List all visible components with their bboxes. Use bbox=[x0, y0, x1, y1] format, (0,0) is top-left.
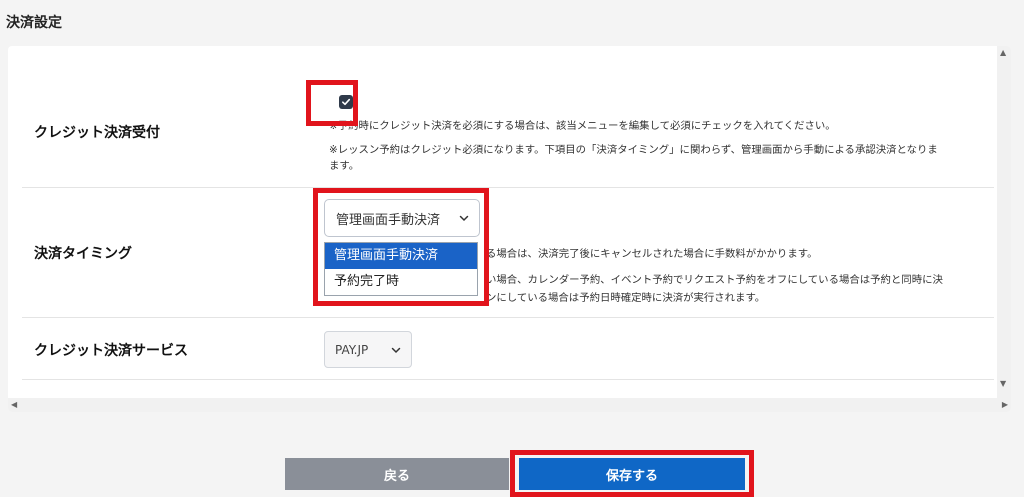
check-icon bbox=[342, 98, 351, 106]
credit-accept-note-2a: ※レッスン予約はクレジット必須になります。下項目の「決済タイミング」に関わらず、… bbox=[329, 144, 938, 156]
service-label: クレジット決済サービス bbox=[34, 343, 188, 359]
row-credit-accept: クレジット決済受付 ※予約時にクレジット決済を必須にする場合は、該当メニューを編… bbox=[22, 46, 994, 188]
chevron-down-icon bbox=[391, 347, 401, 353]
row-timing: 決済タイミング る場合は、決済完了後にキャンセルされた場合に手数料がかかります。… bbox=[22, 188, 994, 318]
vertical-scrollbar[interactable]: ▲ ▼ bbox=[997, 46, 1011, 398]
horizontal-scrollbar[interactable]: ◀ ▶ bbox=[8, 398, 1011, 412]
credit-accept-note-2b: ます。 bbox=[329, 160, 360, 172]
service-select-value: PAY.JP bbox=[335, 342, 369, 357]
timing-label: 決済タイミング bbox=[34, 246, 132, 262]
scroll-down-icon[interactable]: ▼ bbox=[1000, 380, 1006, 388]
settings-card: クレジット決済受付 ※予約時にクレジット決済を必須にする場合は、該当メニューを編… bbox=[8, 46, 1011, 412]
timing-note-1: る場合は、決済完了後にキャンセルされた場合に手数料がかかります。 bbox=[486, 248, 818, 260]
back-button[interactable]: 戻る bbox=[285, 458, 509, 490]
credit-accept-checkbox[interactable] bbox=[339, 95, 353, 109]
timing-note-3: ンにしている場合は予約日時確定時に決済が実行されます。 bbox=[486, 292, 766, 304]
row-service: クレジット決済サービス bbox=[22, 318, 994, 380]
section-title: 決済設定 bbox=[6, 15, 62, 31]
timing-note-2: い場合、カレンダー予約、イベント予約でリクエスト予約をオフにしている場合は予約と… bbox=[486, 274, 943, 286]
service-select[interactable]: PAY.JP bbox=[324, 331, 412, 368]
timing-option-on-complete[interactable]: 予約完了時 bbox=[325, 269, 477, 295]
credit-accept-note-1: ※予約時にクレジット決済を必須にする場合は、該当メニューを編集して必須にチェック… bbox=[329, 120, 836, 132]
chevron-down-icon bbox=[459, 215, 469, 222]
save-button[interactable]: 保存する bbox=[519, 458, 745, 490]
timing-select-value: 管理画面手動決済 bbox=[336, 212, 441, 228]
timing-dropdown: 管理画面手動決済 予約完了時 bbox=[324, 242, 478, 296]
scroll-right-icon[interactable]: ▶ bbox=[1002, 401, 1008, 409]
scroll-up-icon[interactable]: ▲ bbox=[1000, 49, 1006, 57]
timing-option-manual[interactable]: 管理画面手動決済 bbox=[325, 243, 477, 269]
scroll-left-icon[interactable]: ◀ bbox=[11, 401, 17, 409]
timing-select[interactable]: 管理画面手動決済 bbox=[324, 199, 480, 237]
credit-accept-label: クレジット決済受付 bbox=[34, 125, 160, 141]
